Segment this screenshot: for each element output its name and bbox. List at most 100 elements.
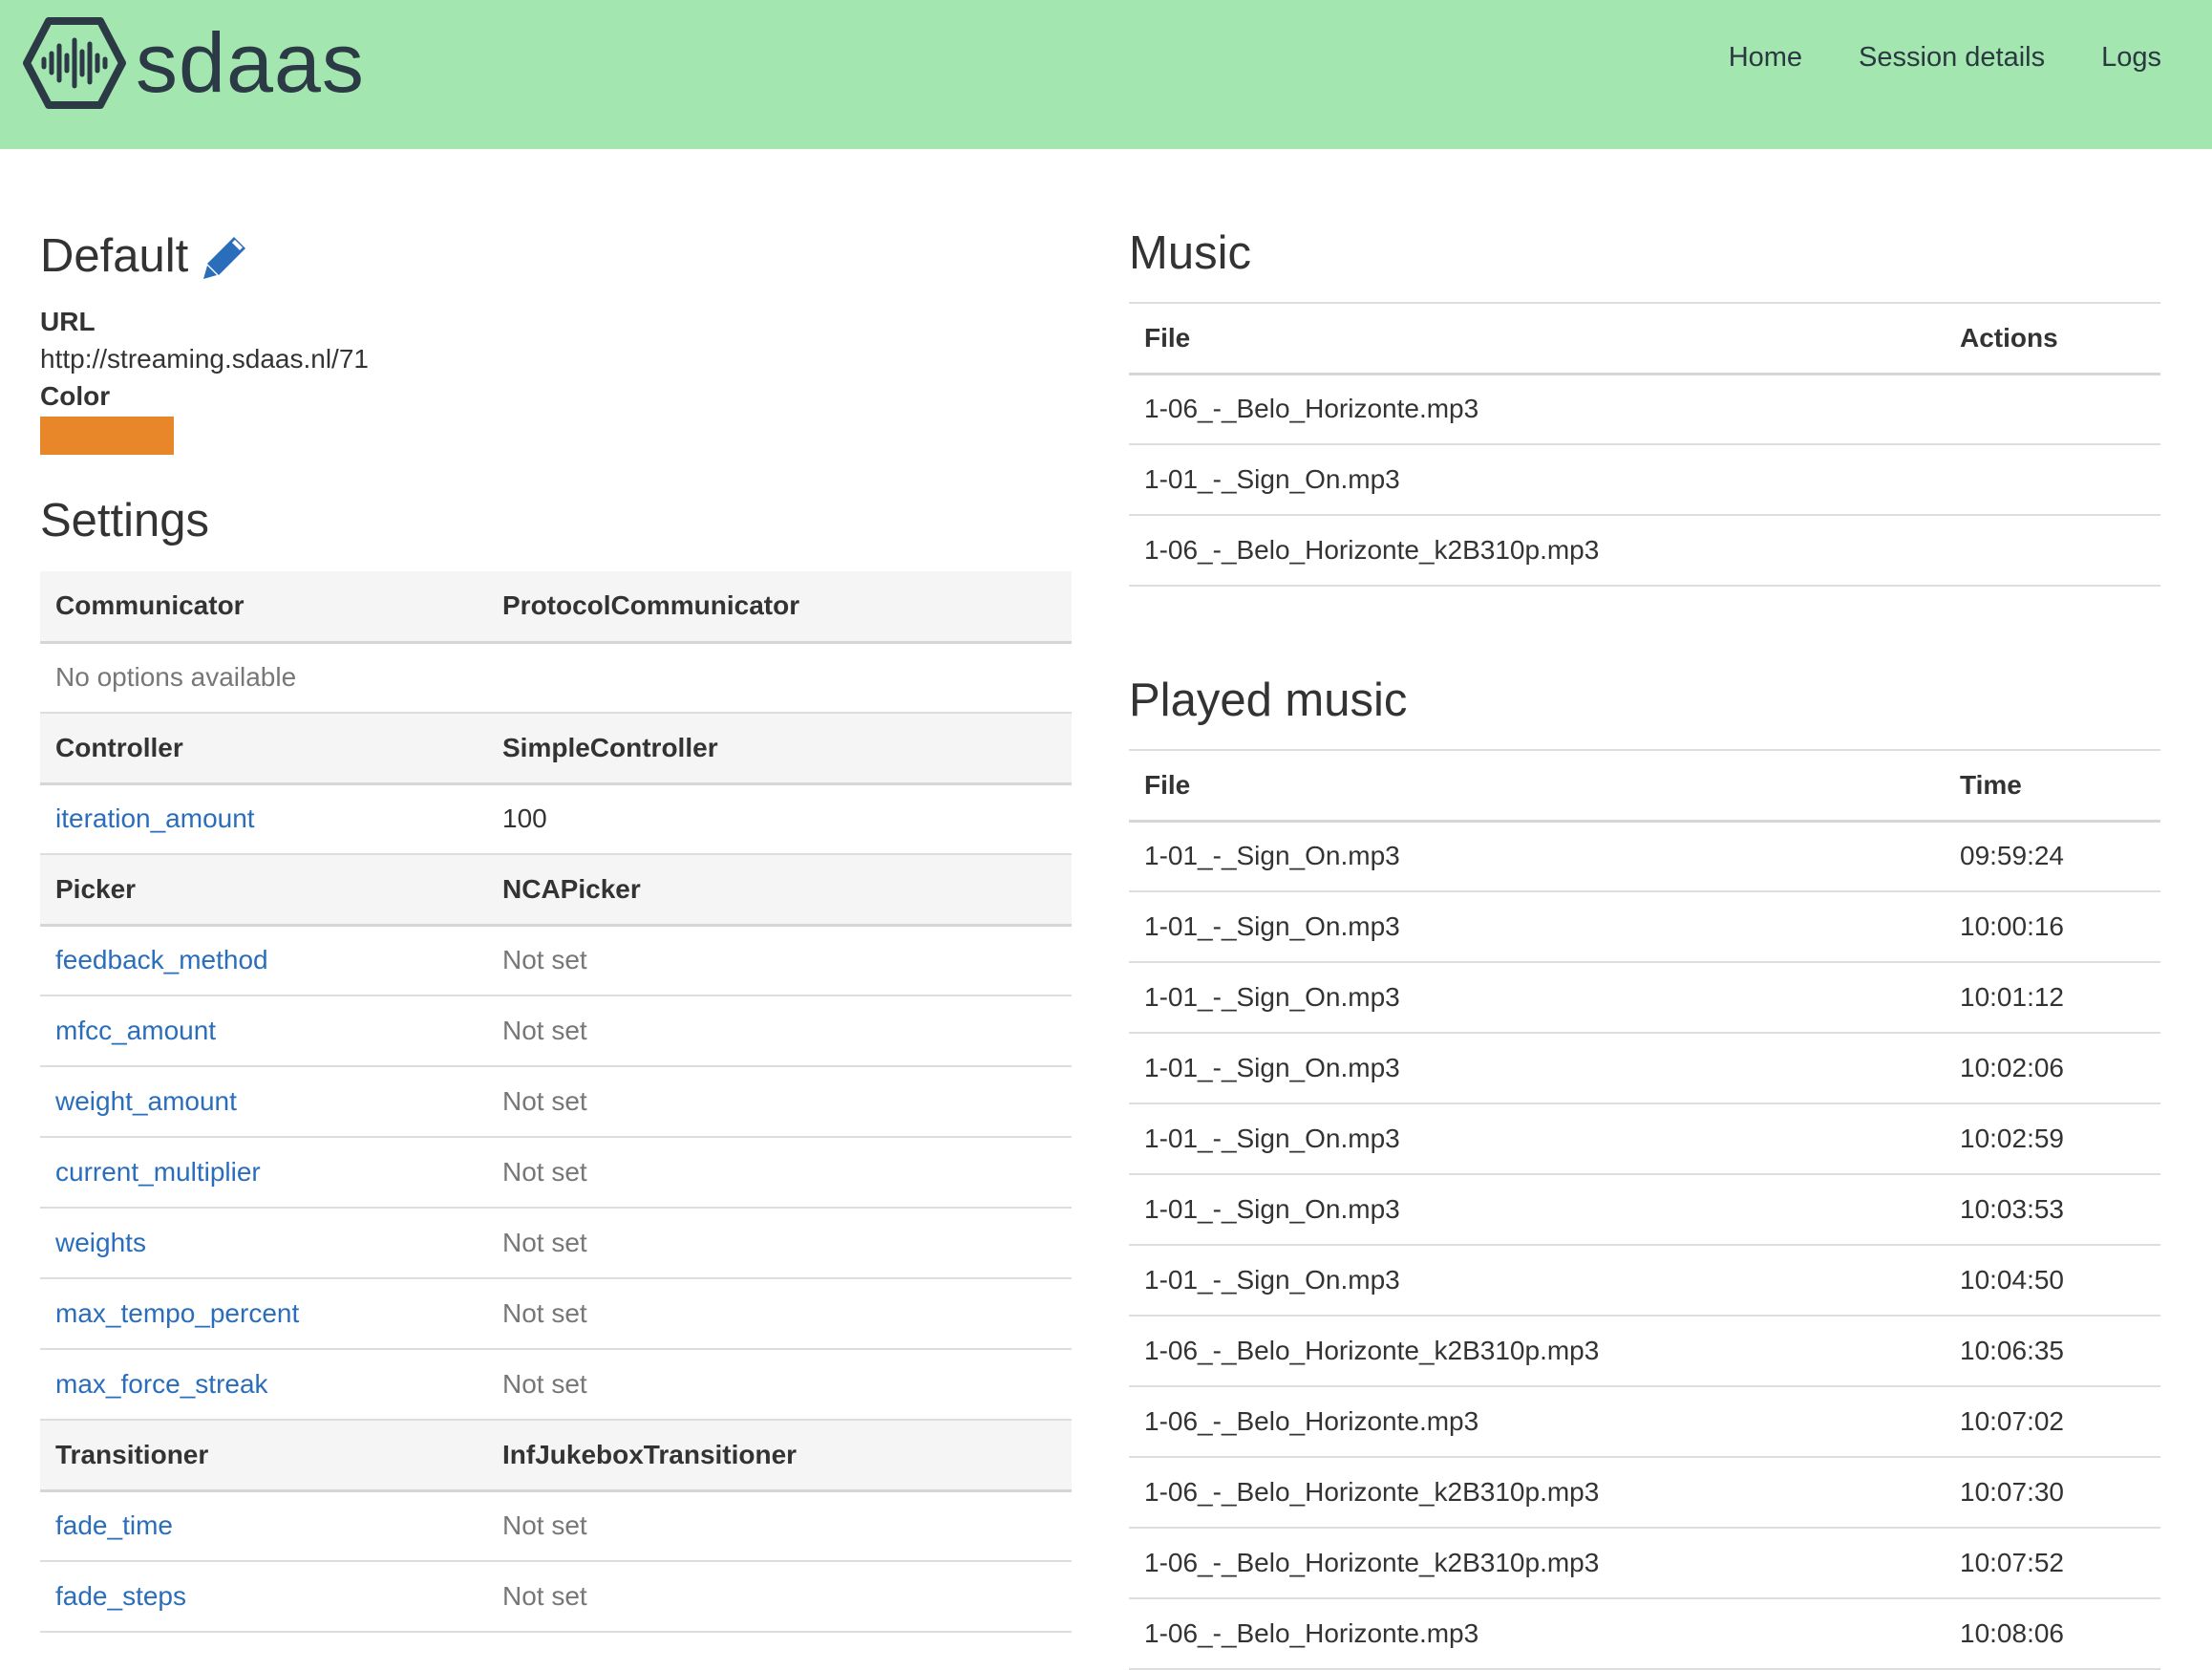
played-file: 1-01_-_Sign_On.mp3 <box>1129 1033 1945 1104</box>
settings-option-row: fade_time Not set <box>40 1490 1072 1562</box>
music-actions <box>1945 444 2160 516</box>
music-panel: Music File Actions 1-06_-_Belo_Horizonte… <box>1129 220 2160 1670</box>
music-row: 1-06_-_Belo_Horizonte.mp3 <box>1129 374 2160 445</box>
played-file: 1-06_-_Belo_Horizonte.mp3 <box>1129 1598 1945 1670</box>
music-file: 1-06_-_Belo_Horizonte.mp3 <box>1129 374 1945 445</box>
top-navbar: sdaas Home Session details Logs <box>0 0 2212 149</box>
played-file: 1-01_-_Sign_On.mp3 <box>1129 821 1945 892</box>
option-name-link[interactable]: weight_amount <box>40 1066 487 1138</box>
music-file: 1-06_-_Belo_Horizonte_k2B310p.mp3 <box>1129 515 1945 587</box>
music-table: File Actions 1-06_-_Belo_Horizonte.mp3 1-… <box>1129 302 2160 587</box>
option-value: Not set <box>487 925 1072 996</box>
played-row: 1-06_-_Belo_Horizonte.mp3 10:07:02 <box>1129 1386 2160 1458</box>
settings-group-name: Transitioner <box>40 1420 487 1492</box>
option-name-link[interactable]: mfcc_amount <box>40 996 487 1067</box>
settings-option-row: fade_steps Not set <box>40 1561 1072 1633</box>
played-file: 1-01_-_Sign_On.mp3 <box>1129 1245 1945 1317</box>
played-file: 1-01_-_Sign_On.mp3 <box>1129 891 1945 963</box>
played-time: 10:04:50 <box>1945 1245 2160 1317</box>
played-file: 1-06_-_Belo_Horizonte.mp3 <box>1129 1386 1945 1458</box>
settings-option-row: max_tempo_percent Not set <box>40 1278 1072 1350</box>
settings-group-name: Controller <box>40 713 487 785</box>
option-name-link[interactable]: max_tempo_percent <box>40 1278 487 1350</box>
settings-option-row: current_multiplier Not set <box>40 1137 1072 1209</box>
url-value: http://streaming.sdaas.nl/71 <box>40 344 369 374</box>
played-time: 10:07:30 <box>1945 1457 2160 1529</box>
music-title: Music <box>1129 227 1251 279</box>
option-name-link[interactable]: fade_time <box>40 1490 487 1562</box>
settings-option-row: weights Not set <box>40 1208 1072 1279</box>
played-file: 1-06_-_Belo_Horizonte_k2B310p.mp3 <box>1129 1528 1945 1599</box>
played-time: 09:59:24 <box>1945 821 2160 892</box>
played-file: 1-01_-_Sign_On.mp3 <box>1129 1103 1945 1175</box>
played-time: 10:02:59 <box>1945 1103 2160 1175</box>
played-music-table: File Time 1-01_-_Sign_On.mp3 09:59:24 1-01… <box>1129 749 2160 1670</box>
played-row: 1-06_-_Belo_Horizonte.mp3 10:08:06 <box>1129 1598 2160 1670</box>
option-name-link[interactable]: max_force_streak <box>40 1349 487 1421</box>
pencil-icon[interactable] <box>202 231 251 281</box>
settings-group-value: NCAPicker <box>487 854 1072 927</box>
option-name-link[interactable]: weights <box>40 1208 487 1279</box>
music-actions <box>1945 515 2160 587</box>
music-actions <box>1945 374 2160 445</box>
played-time: 10:02:06 <box>1945 1033 2160 1104</box>
color-label: Color <box>40 381 111 411</box>
option-value: Not set <box>487 1066 1072 1138</box>
played-file: 1-06_-_Belo_Horizonte_k2B310p.mp3 <box>1129 1457 1945 1529</box>
settings-group-row: Communicator ProtocolCommunicator <box>40 571 1072 644</box>
settings-empty-row: No options available <box>40 642 1072 714</box>
played-music-title: Played music <box>1129 674 1408 726</box>
played-time: 10:03:53 <box>1945 1174 2160 1246</box>
played-row: 1-01_-_Sign_On.mp3 10:03:53 <box>1129 1174 2160 1246</box>
nav-session-details[interactable]: Session details <box>1859 42 2045 74</box>
settings-option-row: feedback_method Not set <box>40 925 1072 996</box>
main-nav: Home Session details Logs <box>1672 42 2161 74</box>
session-panel: Default URL http://streaming.sdaas.nl/71… <box>40 220 1072 1633</box>
option-name-link[interactable]: iteration_amount <box>40 783 487 855</box>
played-row: 1-01_-_Sign_On.mp3 10:04:50 <box>1129 1245 2160 1317</box>
no-options-text: No options available <box>40 642 1072 714</box>
played-time: 10:00:16 <box>1945 891 2160 963</box>
settings-title: Settings <box>40 495 210 546</box>
music-row: 1-01_-_Sign_On.mp3 <box>1129 444 2160 516</box>
option-value: Not set <box>487 1349 1072 1421</box>
session-title-row: Default <box>40 220 1072 292</box>
settings-table: Communicator ProtocolCommunicator No optio… <box>40 571 1072 1633</box>
settings-group-value: InfJukeboxTransitioner <box>487 1420 1072 1492</box>
option-name-link[interactable]: fade_steps <box>40 1561 487 1633</box>
settings-option-row: mfcc_amount Not set <box>40 996 1072 1067</box>
played-row: 1-01_-_Sign_On.mp3 10:01:12 <box>1129 962 2160 1034</box>
played-row: 1-06_-_Belo_Horizonte_k2B310p.mp3 10:07:3… <box>1129 1457 2160 1529</box>
played-time: 10:08:06 <box>1945 1598 2160 1670</box>
settings-group-value: ProtocolCommunicator <box>487 571 1072 644</box>
played-file: 1-01_-_Sign_On.mp3 <box>1129 962 1945 1034</box>
music-row: 1-06_-_Belo_Horizonte_k2B310p.mp3 <box>1129 515 2160 587</box>
option-value: Not set <box>487 1561 1072 1633</box>
settings-group-row: Transitioner InfJukeboxTransitioner <box>40 1420 1072 1492</box>
nav-home[interactable]: Home <box>1729 42 1802 74</box>
option-value: Not set <box>487 1208 1072 1279</box>
settings-group-value: SimpleController <box>487 713 1072 785</box>
option-name-link[interactable]: feedback_method <box>40 925 487 996</box>
option-name-link[interactable]: current_multiplier <box>40 1137 487 1209</box>
played-col-file: File <box>1129 750 1945 823</box>
played-table-header: File Time <box>1129 750 2160 823</box>
music-table-header: File Actions <box>1129 303 2160 375</box>
played-row: 1-06_-_Belo_Horizonte_k2B310p.mp3 10:06:3… <box>1129 1316 2160 1387</box>
brand[interactable]: sdaas <box>23 15 365 111</box>
played-time: 10:07:52 <box>1945 1528 2160 1599</box>
option-value: Not set <box>487 1490 1072 1562</box>
settings-group-row: Picker NCAPicker <box>40 854 1072 927</box>
url-label: URL <box>40 307 96 336</box>
option-value: Not set <box>487 1278 1072 1350</box>
music-col-file: File <box>1129 303 1945 375</box>
played-col-time: Time <box>1945 750 2160 823</box>
played-row: 1-01_-_Sign_On.mp3 09:59:24 <box>1129 821 2160 892</box>
settings-group-name: Picker <box>40 854 487 927</box>
settings-group-name: Communicator <box>40 571 487 644</box>
settings-group-row: Controller SimpleController <box>40 713 1072 785</box>
session-title: Default <box>40 230 189 282</box>
played-row: 1-01_-_Sign_On.mp3 10:02:59 <box>1129 1103 2160 1175</box>
played-file: 1-01_-_Sign_On.mp3 <box>1129 1174 1945 1246</box>
nav-logs[interactable]: Logs <box>2101 42 2161 74</box>
